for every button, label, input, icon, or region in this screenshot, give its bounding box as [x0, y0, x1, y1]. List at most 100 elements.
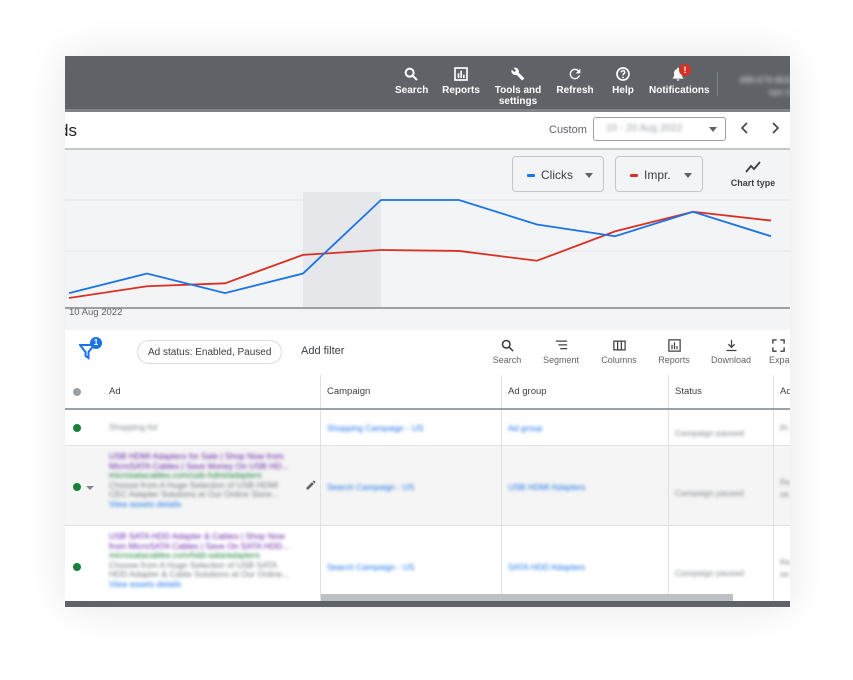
account-id: 488-679-8632	[738, 75, 790, 85]
table-header-row: Ad Campaign Ad group Status Ad	[65, 375, 790, 410]
account-name: ops ch	[768, 87, 790, 97]
column-header-ad-group[interactable]: Ad group	[502, 375, 669, 408]
table-reports-label: Reports	[658, 355, 690, 365]
impressions-color-swatch	[630, 174, 638, 177]
columns-button[interactable]: Columns	[597, 338, 641, 365]
edit-pencil-icon[interactable]	[305, 479, 317, 491]
campaign-cell: Shopping Campaign - US	[321, 410, 502, 445]
expand-label: Expand	[769, 355, 790, 365]
columns-label: Columns	[601, 355, 637, 365]
topbar-tools-button[interactable]: Tools and settings	[493, 66, 543, 107]
date-range-value: 10 - 20 Aug 2022	[606, 123, 683, 134]
ad-type-cell: Pr	[774, 410, 790, 445]
series-line-clicks	[68, 199, 772, 295]
bottom-bar	[65, 601, 790, 607]
table-row[interactable]: Shopping Ad Shopping Campaign - US Ad gr…	[65, 410, 790, 446]
table-row[interactable]: USB HDMI Adapters for Sale | Shop Now fr…	[65, 446, 790, 526]
topbar-refresh-button[interactable]: Refresh	[555, 66, 595, 96]
columns-icon	[612, 340, 626, 351]
top-nav-bar: Search Reports Tools and settings Refres…	[65, 56, 790, 112]
chevron-right-icon[interactable]	[767, 120, 783, 136]
metric-select-clicks[interactable]: Clicks	[512, 156, 604, 192]
ad-type-text: Re se	[780, 557, 790, 579]
topbar-reports-label: Reports	[442, 85, 480, 96]
ad-group-link[interactable]: USB HDMI Adapters	[508, 482, 585, 492]
topbar-help-label: Help	[612, 85, 634, 96]
topbar-divider	[717, 72, 718, 96]
status-cell: Campaign paused	[669, 410, 774, 445]
ad-preview: USB SATA HDD Adapter & Cables | Shop Now…	[109, 531, 294, 590]
x-axis-start-label: 10 Aug 2022	[69, 307, 123, 318]
ad-cell: USB HDMI Adapters for Sale | Shop Now fr…	[65, 446, 321, 525]
ad-group-cell: USB HDMI Adapters	[502, 446, 669, 525]
status-text: Campaign paused	[675, 568, 744, 578]
chevron-left-icon[interactable]	[737, 120, 753, 136]
table-search-label: Search	[492, 355, 522, 365]
table-reports-button[interactable]: Reports	[653, 338, 695, 365]
ad-title: Shopping Ad	[109, 422, 158, 432]
column-header-ad-type[interactable]: Ad	[774, 375, 790, 408]
topbar-notifications-button[interactable]: Notifications !	[649, 64, 710, 96]
campaign-link[interactable]: Shopping Campaign - US	[327, 423, 423, 433]
chart-type-icon	[745, 161, 761, 173]
reports-icon	[667, 339, 681, 352]
ad-group-link[interactable]: SATA HDD Adapters	[508, 562, 585, 572]
ad-cell: USB SATA HDD Adapter & Cables | Shop Now…	[65, 526, 321, 606]
column-header-ad[interactable]: Ad	[103, 375, 321, 408]
column-header-campaign[interactable]: Campaign	[321, 375, 502, 408]
chart-type-button[interactable]: Chart type	[723, 160, 783, 188]
topbar-search-button[interactable]: Search	[395, 66, 429, 96]
expand-button[interactable]: Expand	[769, 338, 790, 365]
account-info[interactable]: 488-679-8632 ops ch	[725, 74, 790, 98]
ad-type-text: Pr	[780, 423, 789, 433]
line-chart	[65, 192, 790, 309]
chevron-down-icon	[585, 173, 593, 178]
page-header: ds Custom 10 - 20 Aug 2022	[65, 112, 790, 150]
campaign-link[interactable]: Search Campaign - US	[327, 562, 414, 572]
app-window: Search Reports Tools and settings Refres…	[65, 56, 790, 607]
refresh-icon	[569, 68, 581, 80]
table-search-button[interactable]: Search	[487, 338, 527, 365]
ad-status-filter-chip[interactable]: Ad status: Enabled, Paused	[137, 340, 283, 364]
topbar-reports-button[interactable]: Reports	[442, 66, 480, 96]
status-cell: Campaign paused	[669, 446, 774, 525]
download-label: Download	[710, 355, 752, 365]
status-dot-header[interactable]	[73, 388, 81, 396]
expand-icon	[772, 339, 785, 352]
campaign-link[interactable]: Search Campaign - US	[327, 482, 414, 492]
view-assets-link[interactable]: View assets details	[109, 499, 294, 510]
ad-cell: Shopping Ad	[65, 410, 321, 445]
column-header-status[interactable]: Status	[669, 375, 774, 408]
metric-impressions-label: Impr.	[644, 168, 671, 182]
segment-label: Segment	[542, 355, 580, 365]
ad-type-cell: Re se	[774, 526, 790, 606]
notification-badge: !	[679, 64, 691, 76]
topbar-help-button[interactable]: Help	[609, 66, 637, 96]
ad-type-cell: Re se	[774, 446, 790, 525]
download-icon	[726, 339, 736, 352]
segment-button[interactable]: Segment	[539, 338, 583, 365]
horizontal-scrollbar[interactable]	[321, 594, 733, 601]
download-button[interactable]: Download	[707, 338, 755, 365]
reports-icon	[454, 67, 468, 81]
chevron-down-icon	[684, 173, 692, 178]
series-line-impr	[68, 210, 772, 299]
topbar-search-label: Search	[395, 85, 429, 96]
date-range-select[interactable]: 10 - 20 Aug 2022	[593, 117, 726, 141]
chart-type-label: Chart type	[730, 178, 776, 188]
search-icon	[404, 67, 418, 81]
topbar-notifications-label: Notifications	[649, 85, 710, 96]
ad-group-cell: Ad group	[502, 410, 669, 445]
metric-clicks-label: Clicks	[541, 168, 573, 182]
ad-group-link[interactable]: Ad group	[508, 423, 543, 433]
ad-preview: USB HDMI Adapters for Sale | Shop Now fr…	[109, 451, 294, 510]
campaign-cell: Search Campaign - US	[321, 446, 502, 525]
view-assets-link[interactable]: View assets details	[109, 579, 294, 590]
ad-type-text: Re se	[780, 477, 790, 499]
header-status-cell	[65, 375, 101, 408]
add-filter-button[interactable]: Add filter	[301, 345, 344, 357]
segment-icon	[555, 340, 567, 350]
page-title: ds	[65, 121, 77, 140]
topbar-tools-label: Tools and settings	[494, 85, 542, 107]
metric-select-impressions[interactable]: Impr.	[615, 156, 703, 192]
